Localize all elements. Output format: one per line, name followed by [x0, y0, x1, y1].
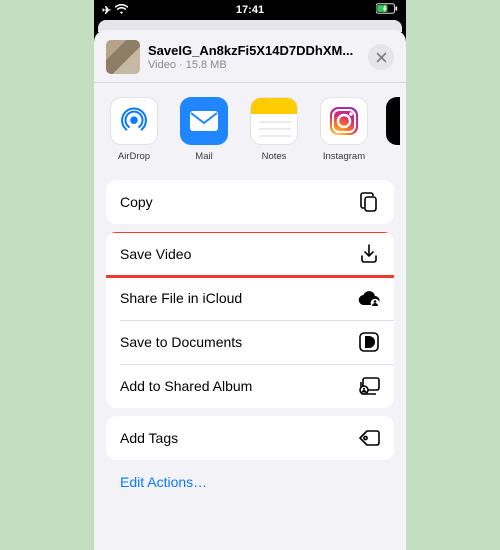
action-label: Copy	[120, 194, 153, 210]
action-shared-album[interactable]: Add to Shared Album	[106, 364, 394, 408]
action-save-video[interactable]: Save Video	[106, 232, 394, 276]
action-share-icloud[interactable]: Share File in iCloud	[106, 276, 394, 320]
tag-icon	[358, 427, 380, 449]
action-label: Add to Shared Album	[120, 378, 252, 394]
app-icon-peek	[386, 97, 400, 145]
airplane-icon: ✈︎	[102, 4, 111, 17]
status-time: 17:41	[236, 4, 264, 16]
share-app-mail[interactable]: Mail	[176, 97, 232, 162]
actions-list: Copy Save Video Sh	[94, 172, 406, 502]
shared-album-icon	[358, 375, 380, 397]
action-label: Save Video	[120, 246, 191, 262]
share-app-label: Mail	[195, 151, 212, 162]
close-button[interactable]	[368, 44, 394, 70]
documents-app-icon	[358, 331, 380, 353]
wifi-icon	[115, 4, 128, 17]
file-name: SaveIG_An8kzFi5X14D7DDhXM...	[148, 43, 360, 58]
file-thumbnail	[106, 40, 140, 74]
battery-icon	[376, 3, 398, 17]
close-icon	[376, 52, 387, 63]
action-label: Save to Documents	[120, 334, 242, 350]
copy-icon	[358, 191, 380, 213]
download-icon	[358, 243, 380, 265]
action-copy[interactable]: Copy	[106, 180, 394, 224]
share-apps-row[interactable]: AirDrop Mail Notes	[94, 83, 406, 172]
edit-actions-label: Edit Actions…	[120, 474, 207, 490]
instagram-icon	[320, 97, 368, 145]
notes-icon	[250, 97, 298, 145]
share-app-instagram[interactable]: Instagram	[316, 97, 372, 162]
action-label: Add Tags	[120, 430, 178, 446]
status-bar: ✈︎ 17:41	[94, 0, 406, 20]
share-app-airdrop[interactable]: AirDrop	[106, 97, 162, 162]
phone-frame: ✈︎ 17:41 SaveIG_An8kzFi5X14D7DDhXM... Vi…	[94, 0, 406, 550]
file-info: SaveIG_An8kzFi5X14D7DDhXM... Video · 15.…	[148, 43, 360, 71]
share-app-notes[interactable]: Notes	[246, 97, 302, 162]
share-sheet: SaveIG_An8kzFi5X14D7DDhXM... Video · 15.…	[94, 30, 406, 550]
file-meta: Video · 15.8 MB	[148, 59, 360, 71]
action-save-documents[interactable]: Save to Documents	[106, 320, 394, 364]
icloud-share-icon	[358, 287, 380, 309]
share-app-more[interactable]	[386, 97, 400, 162]
edit-actions-link[interactable]: Edit Actions…	[106, 468, 394, 502]
mail-icon	[180, 97, 228, 145]
share-app-label: Instagram	[323, 151, 365, 162]
share-app-label: Notes	[262, 151, 287, 162]
action-add-tags[interactable]: Add Tags	[106, 416, 394, 460]
action-label: Share File in iCloud	[120, 290, 242, 306]
sheet-header: SaveIG_An8kzFi5X14D7DDhXM... Video · 15.…	[94, 30, 406, 82]
airdrop-icon	[110, 97, 158, 145]
share-app-label: AirDrop	[118, 151, 150, 162]
